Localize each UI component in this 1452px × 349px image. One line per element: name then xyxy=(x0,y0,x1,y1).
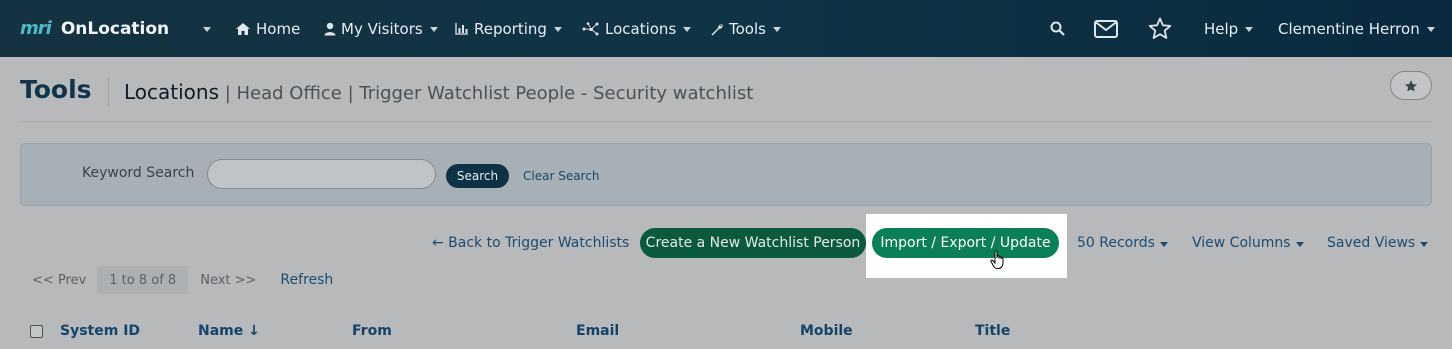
column-header-title[interactable]: Title xyxy=(975,321,1010,341)
search-icon-button[interactable] xyxy=(1050,0,1065,57)
chevron-down-icon xyxy=(203,27,211,32)
hand-cursor-icon xyxy=(990,250,1004,269)
page-range: 1 to 8 of 8 xyxy=(97,266,189,294)
chevron-down-icon xyxy=(1426,27,1435,32)
back-to-watchlists-link[interactable]: ← Back to Trigger Watchlists xyxy=(432,235,629,251)
pager: << Prev 1 to 8 of 8 Next >> Refresh xyxy=(32,266,333,294)
brand[interactable]: mri OnLocation xyxy=(20,0,169,57)
nav-label-reporting: Reporting xyxy=(474,19,547,38)
create-row: Create a New Watchlist Person xyxy=(640,228,866,258)
divider xyxy=(20,121,1432,122)
next-page-link[interactable]: Next >> xyxy=(200,273,256,288)
search-icon xyxy=(1050,21,1065,36)
create-watchlist-person-button[interactable]: Create a New Watchlist Person xyxy=(640,228,866,258)
saved-views-dropdown[interactable]: Saved Views xyxy=(1327,228,1429,258)
records-label: 50 Records xyxy=(1077,235,1155,251)
home-icon xyxy=(235,22,251,36)
title-divider xyxy=(108,77,109,107)
chevron-down-icon xyxy=(429,27,438,32)
favorite-page-button[interactable] xyxy=(1390,71,1432,100)
nav-item-tools[interactable]: Tools xyxy=(710,0,781,57)
saved-views-label: Saved Views xyxy=(1327,235,1416,251)
page-content: Tools Locations | Head Office | Trigger … xyxy=(0,57,1452,349)
search-panel: Keyword Search Search Clear Search xyxy=(20,143,1432,206)
column-header-system-id[interactable]: System ID xyxy=(60,321,140,341)
select-all-checkbox[interactable] xyxy=(30,325,43,338)
envelope-icon xyxy=(1094,19,1118,38)
nav-label-tools: Tools xyxy=(729,19,766,38)
page-title: Tools xyxy=(20,75,92,104)
nav-label-my-visitors: My Visitors xyxy=(341,19,423,38)
breadcrumb-main: Locations xyxy=(124,80,220,104)
user-menu[interactable]: Clementine Herron xyxy=(1278,0,1435,57)
keyword-search-label: Keyword Search xyxy=(82,165,195,181)
mri-logo: mri xyxy=(20,18,52,39)
help-menu[interactable]: Help xyxy=(1204,0,1254,57)
nav-label-locations: Locations xyxy=(605,19,677,38)
column-header-mobile[interactable]: Mobile xyxy=(800,321,853,341)
search-button[interactable]: Search xyxy=(446,164,509,188)
nav-item-home[interactable]: Home xyxy=(235,0,300,57)
top-navbar: mri OnLocation Home My Visitors Reportin… xyxy=(0,0,1452,57)
nav-item-my-visitors[interactable]: My Visitors xyxy=(324,0,438,57)
brand-menu-toggle[interactable] xyxy=(196,0,211,57)
breadcrumb-sub: | Head Office | Trigger Watchlist People… xyxy=(219,83,754,104)
records-dropdown[interactable]: 50 Records xyxy=(1077,228,1168,258)
breadcrumb: Locations | Head Office | Trigger Watchl… xyxy=(124,80,753,104)
keyword-search-input[interactable] xyxy=(207,159,436,189)
wrench-icon xyxy=(710,22,724,36)
column-header-name[interactable]: Name ↓ xyxy=(198,321,260,341)
star-icon xyxy=(1404,79,1418,92)
chevron-down-icon xyxy=(683,27,692,32)
column-header-email[interactable]: Email xyxy=(576,321,619,341)
column-header-from[interactable]: From xyxy=(352,321,392,341)
nav-item-locations[interactable]: Locations xyxy=(582,0,692,57)
refresh-link[interactable]: Refresh xyxy=(280,272,333,288)
back-link-row: ← Back to Trigger Watchlists xyxy=(432,228,629,258)
view-columns-dropdown[interactable]: View Columns xyxy=(1192,228,1304,258)
bar-chart-icon xyxy=(455,22,469,35)
chevron-down-icon xyxy=(1159,241,1168,247)
view-columns-label: View Columns xyxy=(1192,235,1291,251)
network-icon xyxy=(582,21,600,36)
favorites-button[interactable] xyxy=(1148,0,1172,57)
nav-label-home: Home xyxy=(256,19,301,38)
chevron-down-icon xyxy=(1245,27,1254,32)
clear-search-link[interactable]: Clear Search xyxy=(523,169,599,183)
messages-button[interactable] xyxy=(1094,0,1118,57)
nav-item-reporting[interactable]: Reporting xyxy=(455,0,562,57)
chevron-down-icon xyxy=(772,27,781,32)
user-name: Clementine Herron xyxy=(1278,19,1420,38)
chevron-down-icon xyxy=(553,27,562,32)
import-row: Import / Export / Update xyxy=(872,228,1059,258)
help-label: Help xyxy=(1204,19,1239,38)
chevron-down-icon xyxy=(1295,241,1304,247)
import-export-update-button[interactable]: Import / Export / Update xyxy=(872,228,1059,258)
prev-page-link[interactable]: << Prev xyxy=(32,273,86,288)
user-icon xyxy=(324,22,336,36)
star-icon xyxy=(1148,17,1172,39)
chevron-down-icon xyxy=(1420,241,1429,247)
brand-name: OnLocation xyxy=(60,18,170,39)
